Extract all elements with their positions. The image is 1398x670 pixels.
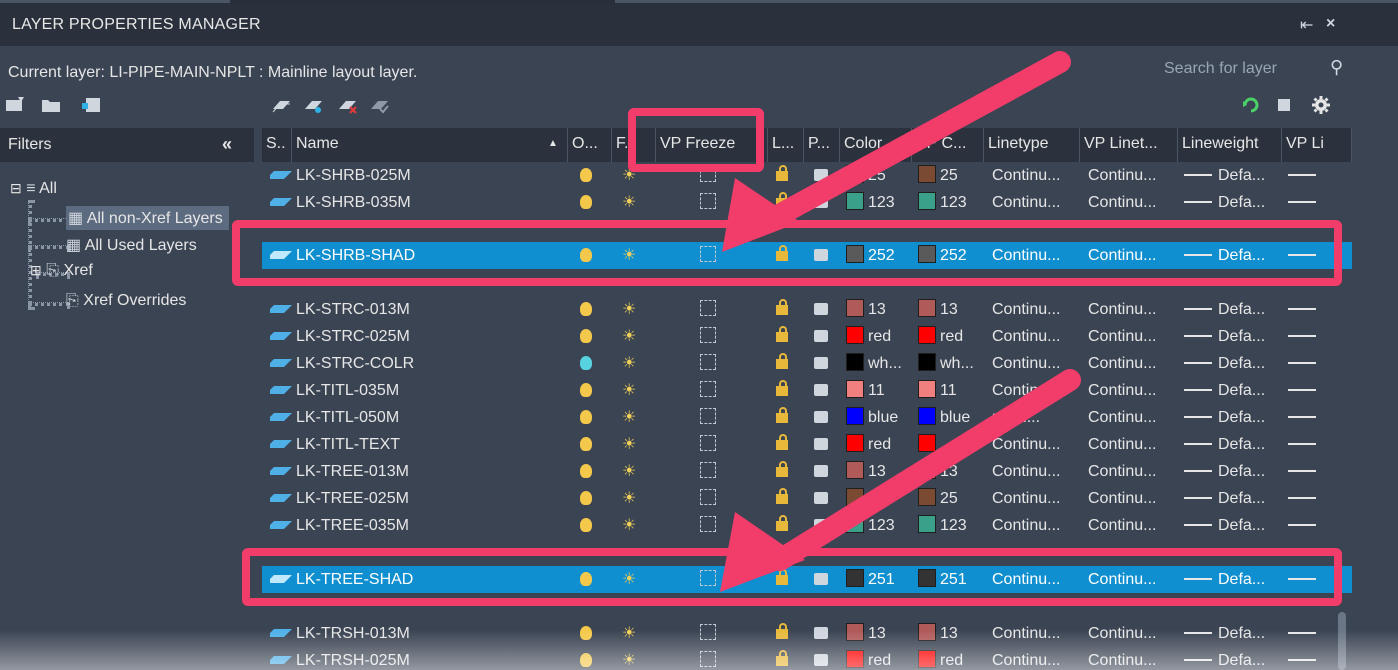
arrow-to-shrb-shad [722,51,1071,252]
arrow-to-tree-shad [720,369,1081,592]
annotation-arrows [720,51,1081,592]
